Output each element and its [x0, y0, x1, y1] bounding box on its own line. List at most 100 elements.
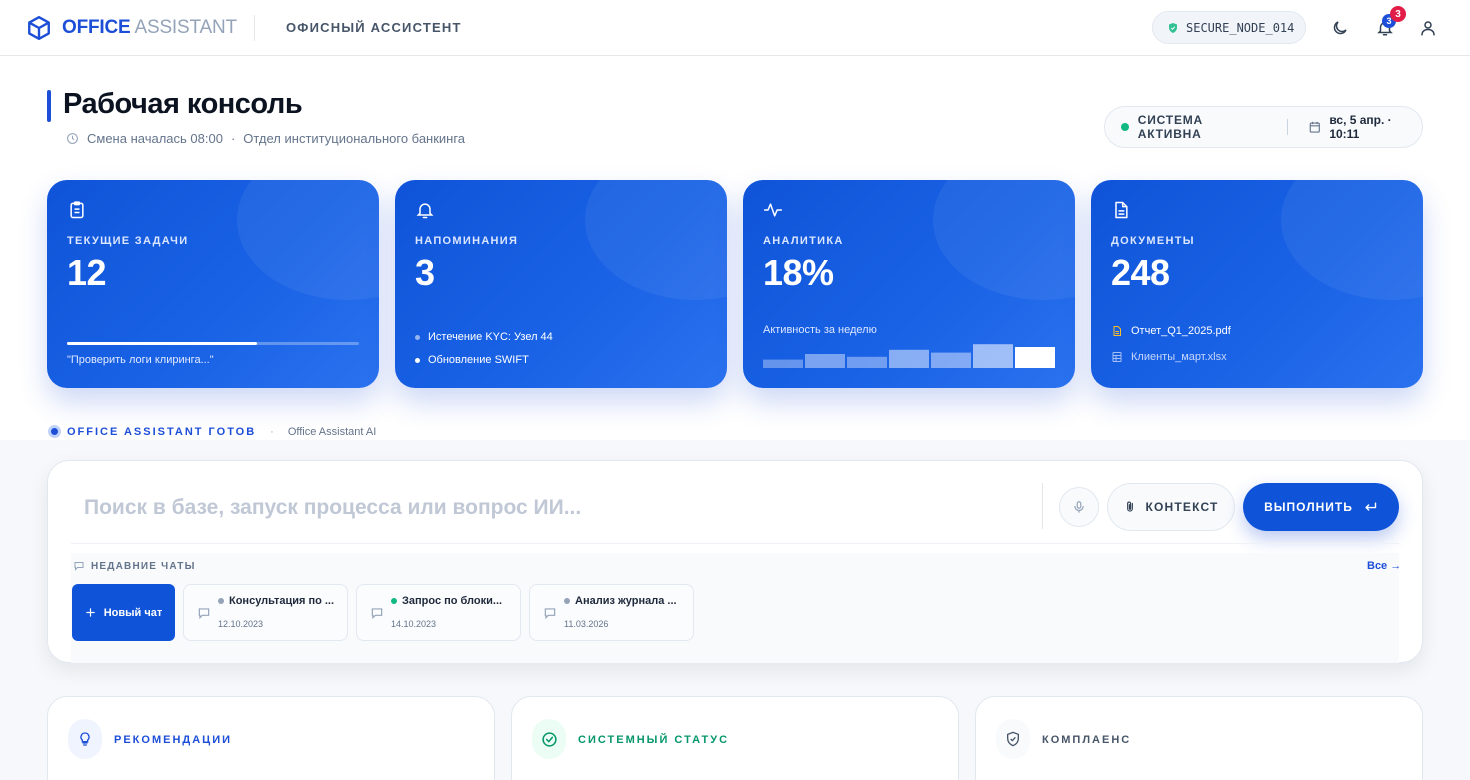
shield-check-icon	[1007, 731, 1019, 747]
assistant-name: Office Assistant AI	[287, 425, 377, 438]
recommendations-card[interactable]: РЕКОМЕНДАЦИИ	[47, 696, 495, 780]
microphone-icon	[1074, 501, 1084, 513]
department-name: Отдел институционального банкинга	[243, 131, 466, 146]
card-value: 3	[415, 252, 435, 293]
compliance-title: КОМПЛАЕНС	[1042, 734, 1132, 746]
assistant-ready-text: OFFICE ASSISTANT ГОТОВ	[67, 425, 257, 438]
paperclip-icon	[1127, 501, 1134, 512]
status-indicator-dot	[1121, 123, 1129, 131]
logo-bold: OFFICE	[62, 17, 131, 38]
compliance-icon-wrap	[996, 719, 1030, 759]
recommendations-title: РЕКОМЕНДАЦИИ	[114, 734, 233, 746]
context-button[interactable]: КОНТЕКСТ	[1107, 483, 1235, 531]
activity-bar	[973, 344, 1013, 368]
theme-toggle-button[interactable]	[1328, 16, 1352, 40]
user-profile-button[interactable]	[1416, 16, 1440, 40]
system-status-card[interactable]: СИСТЕМНЫЙ СТАТУС	[511, 696, 959, 780]
status-text: СИСТЕМА АКТИВНА	[1137, 113, 1204, 141]
spreadsheet-file-icon	[1112, 352, 1122, 362]
tasks-progress-fill	[67, 342, 257, 345]
chat-date: 12.10.2023	[218, 619, 264, 629]
weekly-activity-label: Активность за неделю	[763, 324, 877, 336]
assistant-ready-dot	[48, 425, 61, 438]
status-divider	[1286, 119, 1288, 135]
chat-bubble-icon	[198, 608, 210, 620]
recent-chats-heading: НЕДАВНИЕ ЧАТЫ	[73, 560, 196, 572]
activity-bar	[889, 349, 929, 368]
compliance-card[interactable]: КОМПЛАЕНС	[975, 696, 1423, 780]
clock-icon	[67, 133, 78, 144]
plus-icon	[85, 608, 95, 617]
user-icon	[1421, 21, 1435, 36]
chat-item[interactable]: Запрос по блоки... 14.10.2023	[356, 584, 521, 641]
new-chat-label: Новый чат	[103, 606, 163, 619]
reminder-text: Истечение KYC: Узел 44	[428, 331, 553, 343]
activity-bar	[847, 356, 887, 368]
all-chats-link[interactable]: Все →	[1367, 560, 1401, 572]
card-label: НАПОМИНАНИЯ	[415, 235, 519, 247]
header-divider	[254, 15, 255, 41]
notification-badge: 3	[1390, 6, 1406, 22]
activity-icon	[763, 203, 783, 217]
assistant-separator: ·	[270, 425, 274, 438]
node-name: SECURE_NODE_014	[1186, 20, 1295, 35]
pdf-file-icon	[1113, 326, 1121, 336]
assistant-status-line: OFFICE ASSISTANT ГОТОВ · Office Assistan…	[48, 425, 376, 438]
meta-separator: ·	[230, 131, 236, 146]
chat-date: 14.10.2023	[391, 619, 437, 629]
reminder-dot	[415, 334, 420, 340]
system-status-pill: СИСТЕМА АКТИВНА вс, 5 апр. · 10:11	[1104, 106, 1423, 148]
calendar-icon	[1309, 121, 1320, 133]
activity-bar	[1015, 347, 1055, 368]
weekly-activity-chart	[763, 344, 1055, 368]
current-date: вс, 5 апр. · 10:11	[1329, 113, 1392, 141]
chat-title: Консультация по ...	[218, 595, 334, 607]
document-name: Отчет_Q1_2025.pdf	[1131, 325, 1231, 337]
card-documents[interactable]: ДОКУМЕНТЫ 248 Отчет_Q1_2025.pdf Клиенты_…	[1091, 180, 1423, 388]
card-reminders[interactable]: НАПОМИНАНИЯ 3 Истечение KYC: Узел 44 Обн…	[395, 180, 727, 388]
chat-status-dot	[564, 598, 570, 604]
reminder-item[interactable]: Обновление SWIFT	[415, 354, 529, 366]
task-note: "Проверить логи клиринга..."	[67, 354, 214, 366]
top-bar: OFFICE ASSISTANT ОФИСНЫЙ АССИСТЕНТ SECUR…	[0, 0, 1470, 56]
card-value: 12	[67, 252, 107, 293]
chat-item[interactable]: Консультация по ... 12.10.2023	[183, 584, 348, 641]
tasks-progress-bar	[67, 342, 359, 345]
microphone-button[interactable]	[1059, 487, 1099, 527]
panel-separator	[71, 543, 1399, 544]
history-icon	[74, 562, 84, 571]
card-label: ТЕКУЩИЕ ЗАДАЧИ	[67, 235, 189, 247]
panel-divider	[1042, 483, 1043, 529]
app-subtitle: ОФИСНЫЙ АССИСТЕНТ	[286, 20, 462, 35]
activity-bar	[805, 354, 845, 368]
context-label: КОНТЕКСТ	[1145, 500, 1219, 514]
search-input[interactable]: Поиск в базе, запуск процесса или вопрос…	[84, 496, 581, 520]
document-item[interactable]: Клиенты_март.xlsx	[1111, 351, 1227, 363]
page-title: Рабочая консоль	[63, 88, 303, 120]
card-current-tasks[interactable]: ТЕКУЩИЕ ЗАДАЧИ 12 "Проверить логи клирин…	[47, 180, 379, 388]
chat-status-dot	[218, 598, 224, 604]
assistant-panel: Поиск в базе, запуск процесса или вопрос…	[47, 460, 1423, 663]
chat-title-text: Консультация по ...	[229, 595, 335, 607]
app-logo[interactable]: OFFICE ASSISTANT	[26, 15, 237, 41]
new-chat-button[interactable]: Новый чат	[72, 584, 175, 641]
run-label: ВЫПОЛНИТЬ	[1264, 500, 1353, 514]
reminder-item[interactable]: Истечение KYC: Узел 44	[415, 331, 553, 343]
recent-chats-title: НЕДАВНИЕ ЧАТЫ	[91, 560, 196, 572]
secure-node-badge[interactable]: SECURE_NODE_014	[1152, 11, 1306, 44]
activity-bar	[763, 359, 803, 368]
run-button[interactable]: ВЫПОЛНИТЬ	[1243, 483, 1399, 531]
lightbulb-icon	[80, 732, 90, 746]
card-analytics[interactable]: АНАЛИТИКА 18% Активность за неделю	[743, 180, 1075, 388]
shield-icon	[1169, 22, 1177, 33]
page-meta: Смена началась 08:00 · Отдел институцион…	[66, 131, 465, 146]
card-label: ДОКУМЕНТЫ	[1111, 235, 1195, 247]
system-status-icon-wrap	[532, 719, 566, 759]
chat-title: Анализ журнала ...	[564, 595, 677, 607]
chat-item[interactable]: Анализ журнала ... 11.03.2026	[529, 584, 694, 641]
document-item[interactable]: Отчет_Q1_2025.pdf	[1111, 325, 1231, 337]
card-value: 18%	[763, 252, 834, 293]
activity-bar	[931, 352, 971, 368]
cube-logo-icon	[28, 15, 50, 41]
clipboard-icon	[70, 201, 84, 219]
